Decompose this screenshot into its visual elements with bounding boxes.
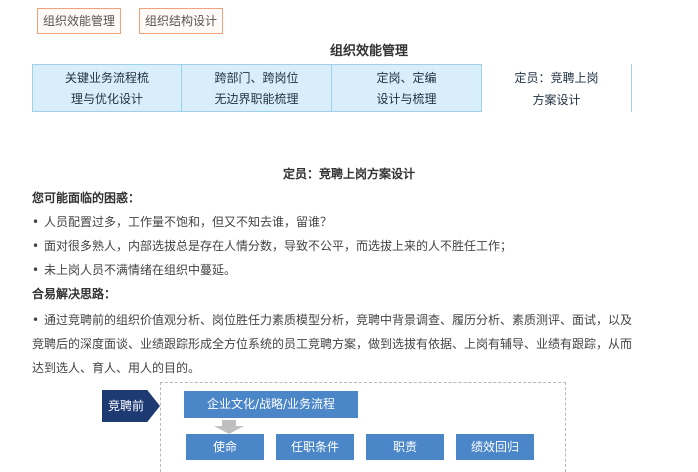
bullet-dot: • bbox=[32, 215, 40, 229]
problems-heading: 您可能面临的困惑： bbox=[32, 191, 141, 205]
tab-label-line2: 设计与梳理 bbox=[376, 92, 437, 106]
bullet-dot: • bbox=[32, 313, 40, 327]
diagram-box-duties: 职责 bbox=[366, 434, 444, 460]
section-title: 组织效能管理 bbox=[329, 44, 408, 59]
diagram-box-mission: 使命 bbox=[186, 434, 264, 460]
stage-label-arrow: 竞聘前 bbox=[102, 390, 160, 422]
tag-org-structure[interactable]: 组织结构设计 bbox=[139, 8, 223, 34]
tab-bar: 关键业务流程梳 理与优化设计 跨部门、跨岗位 无边界职能梳理 定岗、定编 设计与… bbox=[32, 64, 632, 112]
diagram-box-qualifications: 任职条件 bbox=[276, 434, 354, 460]
tab-competitive-recruitment[interactable]: 定员：竞聘上岗 方案设计 bbox=[482, 64, 632, 112]
tab-label-line2: 无边界职能梳理 bbox=[214, 92, 299, 106]
tab-cross-functional[interactable]: 跨部门、跨岗位 无边界职能梳理 bbox=[182, 64, 332, 112]
tab-label-line1: 定岗、定编 bbox=[376, 71, 437, 85]
tab-label-line1: 关键业务流程梳 bbox=[64, 71, 149, 85]
bullet-dot: • bbox=[32, 263, 40, 277]
tab-process-optimization[interactable]: 关键业务流程梳 理与优化设计 bbox=[32, 64, 182, 112]
solution-paragraph: • 通过竞聘前的组织价值观分析、岗位胜任力素质模型分析，竞聘中背景调查、履历分析、… bbox=[32, 308, 642, 380]
tag-org-efficiency[interactable]: 组织效能管理 bbox=[37, 8, 121, 34]
tab-position-staffing[interactable]: 定岗、定编 设计与梳理 bbox=[332, 64, 482, 112]
list-item: • 面对很多熟人，内部选拔总是存在人情分数，导致不公平，而选拔上来的人不胜任工作； bbox=[32, 239, 513, 253]
tab-label-line1: 定员：竞聘上岗 bbox=[514, 70, 599, 85]
tab-label-line1: 跨部门、跨岗位 bbox=[214, 71, 299, 85]
tab-label-line2: 理与优化设计 bbox=[70, 92, 143, 106]
content-title: 定员：竞聘上岗方案设计 bbox=[282, 167, 415, 181]
down-arrow-icon bbox=[214, 420, 244, 434]
list-item: • 未上岗人员不满情绪在组织中蔓延。 bbox=[32, 263, 237, 277]
tab-label-line2: 方案设计 bbox=[532, 92, 581, 107]
bullet-dot: • bbox=[32, 239, 40, 253]
diagram-box-culture: 企业文化/战略/业务流程 bbox=[184, 391, 358, 418]
diagram-box-performance: 绩效回归 bbox=[456, 434, 534, 460]
list-item: • 人员配置过多，工作量不饱和，但又不知去谁，留谁？ bbox=[32, 215, 333, 229]
solution-heading: 合易解决思路： bbox=[32, 287, 117, 301]
